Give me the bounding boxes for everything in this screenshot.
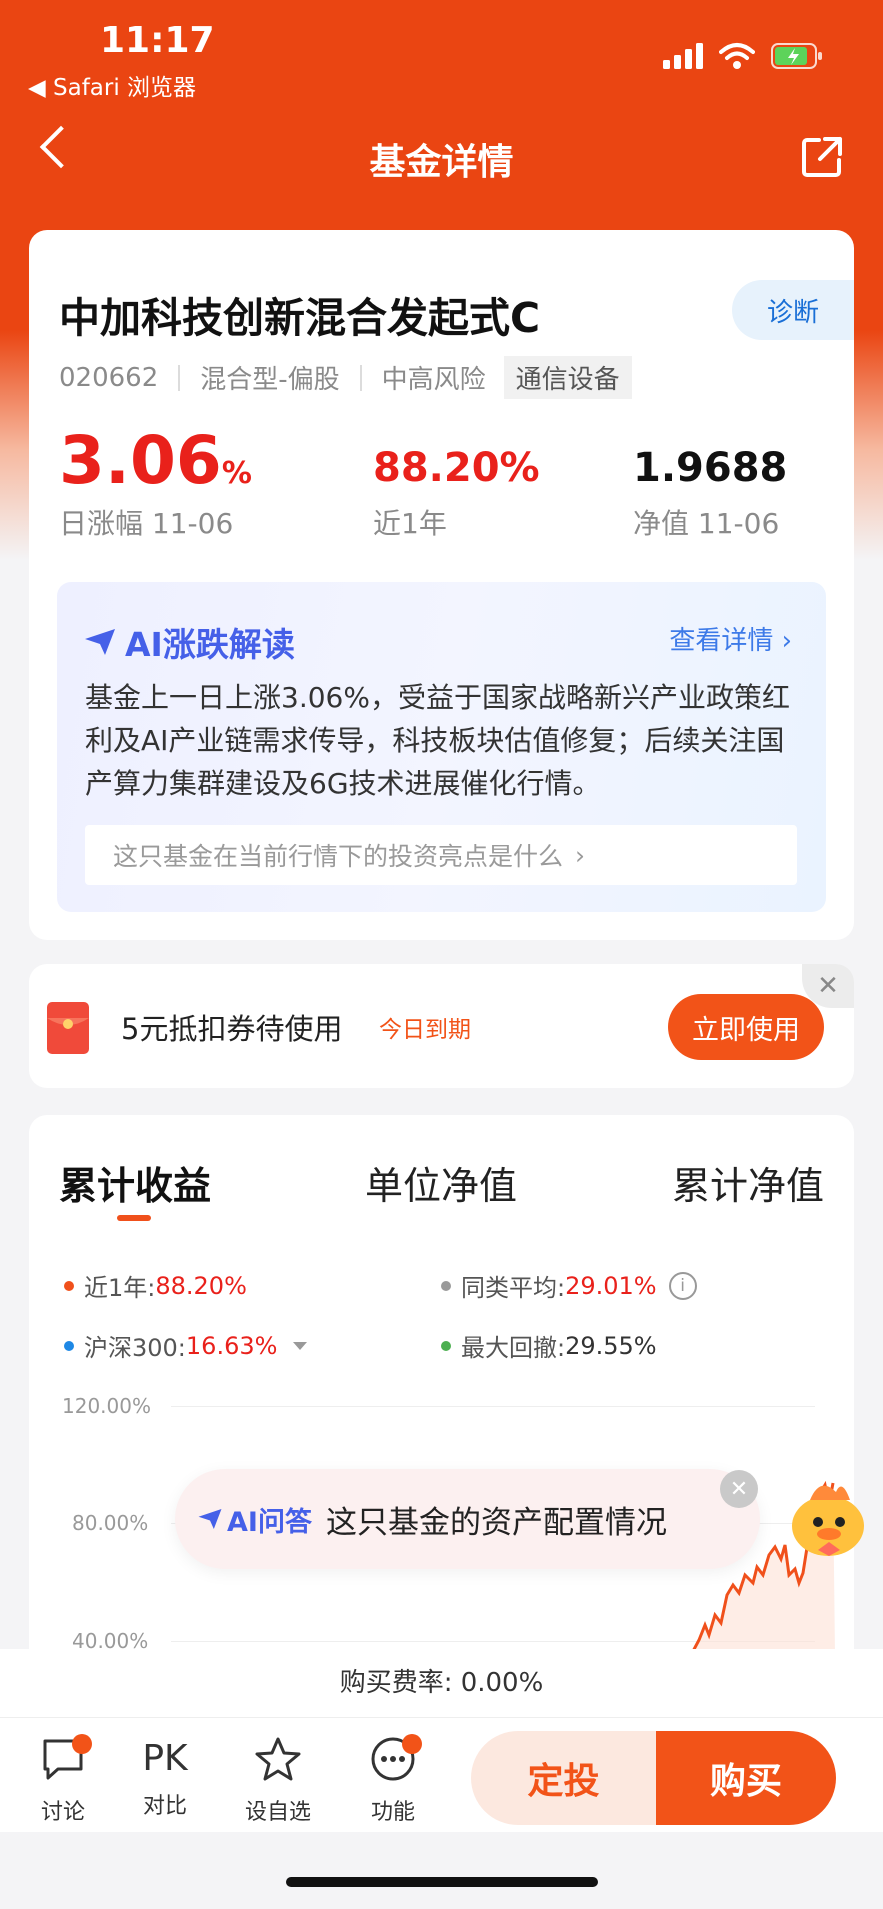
coupon-banner: 5元抵扣券待使用 今日到期 立即使用 ✕ — [29, 964, 854, 1088]
mascot-duck-icon[interactable] — [780, 1470, 876, 1562]
tab-accumulated-nav[interactable]: 累计净值 — [672, 1155, 824, 1210]
page-title: 基金详情 — [369, 142, 514, 183]
share-icon[interactable] — [801, 136, 843, 178]
auto-invest-button[interactable]: 定投 — [471, 1731, 656, 1825]
divider — [178, 364, 181, 391]
legend-index[interactable]: 沪深300: 16.63% — [64, 1328, 308, 1363]
diagnose-button[interactable]: 诊断 — [732, 280, 854, 340]
ai-qa-bubble[interactable]: AI问答 这只基金的资产配置情况 — [175, 1469, 760, 1569]
nav-stat: 1.9688 净值 11-06 — [633, 448, 787, 542]
legend-drawdown: 最大回撤: 29.55% — [441, 1328, 657, 1363]
notification-dot — [72, 1734, 92, 1754]
active-tab-indicator — [117, 1215, 151, 1221]
chevron-right-icon: › — [781, 626, 792, 656]
status-time: 11:17 — [100, 20, 215, 61]
legend-peer: 同类平均: 29.01% i — [441, 1268, 697, 1303]
compare-button[interactable]: PK 对比 — [120, 1736, 210, 1820]
y-axis-tick: 120.00% — [62, 1394, 151, 1418]
daily-change-value: 3.06% — [59, 422, 252, 499]
fund-name: 中加科技创新混合发起式C — [59, 294, 541, 342]
chevron-right-icon: › — [575, 840, 586, 870]
nav-value: 1.9688 — [633, 445, 788, 491]
nav-label: 净值 11-06 — [633, 507, 780, 540]
star-icon — [255, 1737, 301, 1781]
one-year-stat: 88.20% 近1年 — [373, 448, 540, 542]
ai-analysis-text: 基金上一日上涨3.06%，受益于国家战略新兴产业政策红利及AI产业链需求传导，科… — [85, 681, 790, 800]
ai-qa-question: 这只基金的资产配置情况 — [325, 1504, 667, 1541]
buy-button[interactable]: 购买 — [656, 1731, 836, 1825]
legend-fund: 近1年: 88.20% — [64, 1268, 247, 1303]
divider — [359, 364, 362, 391]
coupon-text: 5元抵扣券待使用 — [121, 1012, 343, 1046]
pk-icon: PK — [142, 1738, 188, 1779]
purchase-fee: 购买费率: 0.00% — [0, 1649, 883, 1717]
y-axis-tick: 80.00% — [72, 1511, 149, 1535]
ai-sparkle-icon — [198, 1509, 222, 1529]
fund-summary-card: 中加科技创新混合发起式C 诊断 020662 混合型-偏股 中高风险 通信设备 … — [29, 230, 854, 940]
signal-icon — [663, 43, 703, 69]
ai-more-link[interactable]: 查看详情 › — [669, 620, 792, 657]
ai-suggested-question[interactable]: 这只基金在当前行情下的投资亮点是什么 › — [85, 825, 797, 885]
legend-dot — [64, 1280, 74, 1291]
red-envelope-icon — [47, 1002, 89, 1054]
tab-cumulative-return[interactable]: 累计收益 — [59, 1155, 211, 1210]
use-coupon-button[interactable]: 立即使用 — [668, 994, 824, 1060]
discuss-button[interactable]: 讨论 — [18, 1734, 108, 1826]
bottom-action-bar: 讨论 PK 对比 设自选 功能 定投 购买 — [0, 1717, 883, 1832]
fund-meta: 020662 混合型-偏股 中高风险 通信设备 — [59, 356, 632, 399]
fund-code: 020662 — [59, 362, 159, 393]
daily-change-stat: 3.06% 日涨幅 11-06 — [59, 428, 252, 542]
ai-sparkle-icon — [85, 629, 115, 655]
fund-type: 混合型-偏股 — [200, 365, 340, 395]
close-icon[interactable]: ✕ — [720, 1470, 758, 1508]
one-year-value: 88.20% — [373, 445, 540, 491]
one-year-label: 近1年 — [373, 507, 447, 540]
wifi-icon — [719, 43, 755, 69]
performance-card: 累计收益 单位净值 累计净值 近1年: 88.20% 同类平均: 29.01% i … — [29, 1115, 854, 1715]
back-to-safari[interactable]: ◀ Safari 浏览器 — [28, 68, 196, 102]
notification-dot — [402, 1734, 422, 1754]
ai-analysis-panel: AI涨跌解读 查看详情 › 基金上一日上涨3.06%，受益于国家战略新兴产业政策… — [57, 582, 826, 912]
risk-level: 中高风险 — [381, 365, 486, 395]
sector-tag[interactable]: 通信设备 — [503, 356, 632, 399]
functions-button[interactable]: 功能 — [348, 1734, 438, 1826]
ai-qa-label: AI问答 — [227, 1506, 312, 1538]
info-icon[interactable]: i — [668, 1271, 697, 1300]
battery-icon — [771, 43, 822, 69]
ai-analysis-title: AI涨跌解读 — [83, 618, 295, 666]
add-watchlist-button[interactable]: 设自选 — [233, 1736, 323, 1826]
tab-unit-nav[interactable]: 单位净值 — [365, 1155, 517, 1210]
legend-dot — [441, 1340, 451, 1351]
legend-dot — [441, 1280, 451, 1291]
daily-change-label: 日涨幅 11-06 — [59, 507, 234, 540]
coupon-expiry: 今日到期 — [379, 1017, 471, 1043]
status-icons — [663, 42, 823, 70]
legend-dot — [64, 1340, 74, 1351]
dropdown-triangle-icon — [293, 1341, 308, 1350]
grid-line — [171, 1406, 815, 1407]
home-indicator — [286, 1877, 598, 1887]
